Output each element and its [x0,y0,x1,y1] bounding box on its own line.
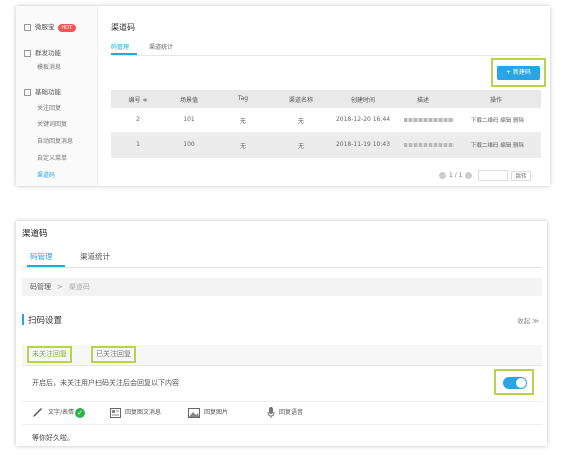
check-icon: ✓ [75,407,86,418]
pagination: 1 / 1 跳转 [436,170,531,181]
tab-channel-stats[interactable]: 渠道统计 [80,251,110,262]
row-actions: 下载二维码 编辑 删除 [471,141,524,149]
grid-icon [24,88,31,96]
reply-message-content[interactable]: 等你好久啦。 [32,433,74,443]
download-qr-link[interactable]: 下载二维码 [471,143,499,149]
tab-code-manage[interactable]: 码管理 [30,251,53,262]
tab-channel-stats[interactable]: 渠道统计 [149,42,173,51]
scan-settings-panel: 渠道码 码管理 渠道统计 码管理 > 渠道码 扫码设置 收起 ≫ 未关注回复 已关注… [16,221,547,446]
article-icon [110,407,121,418]
image-icon [188,407,200,418]
table-row: 1 100 无 无 2018-11-19 10:43 下载二维码 编辑 删除 [111,133,541,158]
edit-link[interactable]: 编辑 [500,143,511,149]
download-qr-link[interactable]: 下载二维码 [471,118,499,124]
section-title: 扫码设置 [28,316,63,326]
breadcrumb: 码管理 > 渠道码 [22,278,542,296]
sidebar-section-mass: 群发功能 [24,47,61,57]
section-marker [22,314,24,325]
toggle-description: 开启后，未关注用户扫码关注后会回复以下内容 [32,379,179,387]
next-page-button[interactable] [465,172,473,179]
col-created: 创建时间 [350,97,375,104]
cell-created: 2018-11-19 10:43 [335,141,391,148]
page-title: 渠道码 [111,23,135,32]
delete-link[interactable]: 删除 [513,143,524,149]
table-row: 2 101 无 无 2018-12-20 16:44 下载二维码 编辑 删除 [111,108,541,133]
enable-toggle[interactable] [503,377,527,389]
new-code-button[interactable]: + 新建码 [497,66,540,80]
microphone-icon [267,407,275,418]
cell-tag: 无 [239,118,246,125]
sidebar-item-custom-menu[interactable]: 自定义菜单 [37,153,67,162]
pen-icon [33,407,42,417]
page-title: 渠道码 [22,229,48,239]
tab-bar: 码管理 渠道统计 [22,245,542,268]
prev-page-button[interactable] [439,172,446,179]
col-channel-name: 渠道名称 [288,97,313,104]
table-header: 编号 ≑ 场景值 Tag 渠道名称 创建时间 描述 操作 [111,90,541,108]
col-actions: 操作 [489,97,502,104]
cell-description-blurred [397,141,461,148]
tab-underline [27,265,65,267]
breadcrumb-current: 渠道码 [68,283,90,291]
page-indicator: 1 / 1 [449,172,463,179]
sidebar-section-basic: 基础功能 [24,86,61,96]
breadcrumb-separator: > [57,283,63,291]
channel-code-list-panel: 微服宝 HOT 群发功能 模板消息 基础功能 关注回复 关键词回复 自动回复消息 … [16,6,550,186]
sidebar-item-follow-reply[interactable]: 关注回复 [37,103,61,112]
col-tag: Tag [237,95,249,102]
cell-channel-name: 无 [297,143,304,150]
col-scene: 场景值 [179,97,198,104]
toggle-highlight [494,369,534,395]
jump-button[interactable]: 跳转 [511,170,531,181]
row-actions: 下载二维码 编辑 删除 [471,116,524,124]
type-image[interactable]: 回复图片 [188,407,228,418]
tab-followed-reply[interactable]: 已关注回复 [91,346,136,363]
page-jump-input[interactable] [478,170,509,181]
cell-channel-name: 无 [297,118,304,125]
sidebar: 微服宝 HOT 群发功能 模板消息 基础功能 关注回复 关键词回复 自动回复消息 … [16,6,98,186]
sidebar-item-keyword-reply[interactable]: 关键词回复 [37,119,67,128]
type-voice[interactable]: 回复语音 [267,407,303,418]
sidebar-item-channel-code[interactable]: 渠道码 [37,170,55,179]
new-button-highlight: + 新建码 [491,58,546,87]
sidebar-brand[interactable]: 微服宝 HOT [24,21,77,32]
cell-created: 2018-12-20 16:44 [335,116,391,123]
delete-link[interactable]: 删除 [513,118,524,124]
reply-type-bar: 文字/表情 ✓ 回复图文消息 回复图片 回复语音 [22,401,542,425]
brand-icon [24,23,31,31]
edit-link[interactable]: 编辑 [500,118,511,124]
sidebar-item-template-message[interactable]: 模板消息 [37,62,61,71]
tab-code-manage[interactable]: 码管理 [111,42,129,51]
hot-badge: HOT [57,24,77,32]
type-text[interactable]: 文字/表情 ✓ [32,407,86,418]
breadcrumb-root[interactable]: 码管理 [30,283,51,291]
toggle-knob [516,378,526,388]
type-news[interactable]: 回复图文消息 [110,407,161,418]
sidebar-item-auto-reply[interactable]: 自动回复消息 [37,136,73,145]
tab-not-followed-reply[interactable]: 未关注回复 [27,346,72,363]
collapse-toggle[interactable]: 收起 ≫ [517,315,539,325]
reply-tabs: 未关注回复 已关注回复 [22,345,542,366]
tab-bar: 码管理 渠道统计 [111,39,541,56]
group-icon [24,49,31,57]
cell-tag: 无 [239,143,246,150]
tab-underline [111,53,137,55]
col-description: 描述 [416,97,429,104]
cell-description-blurred [397,116,461,123]
